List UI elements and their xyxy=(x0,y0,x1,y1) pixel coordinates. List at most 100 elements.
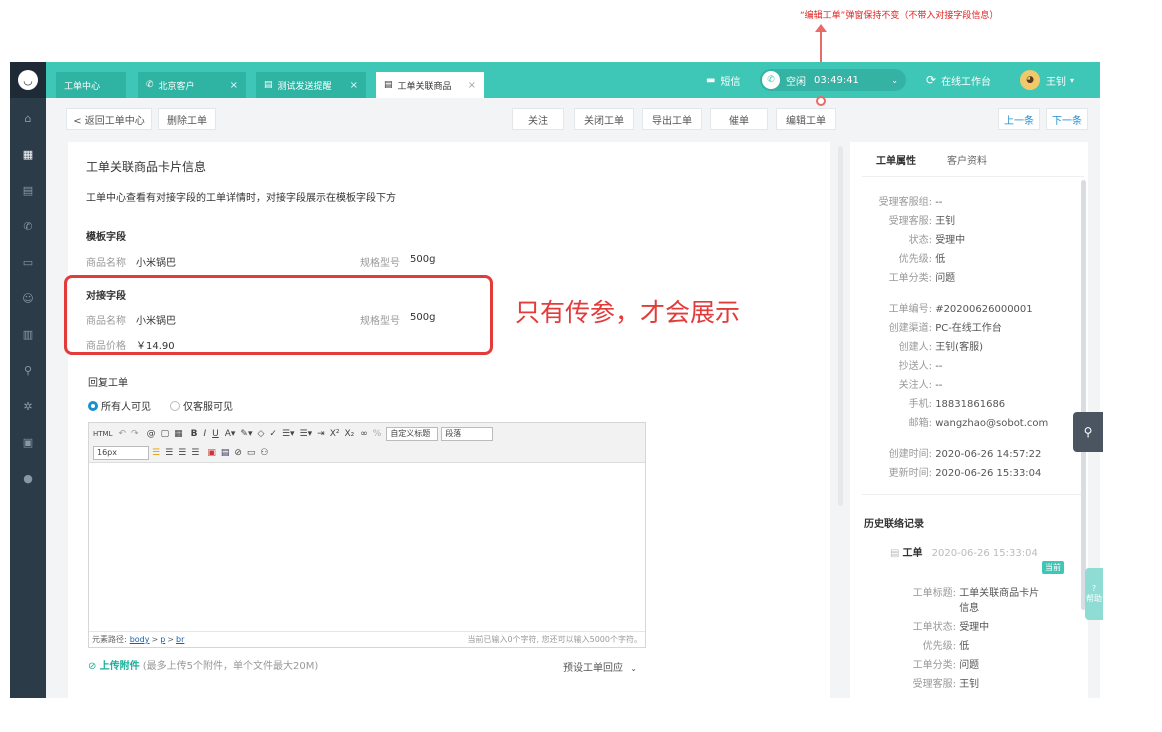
export-button[interactable]: 导出工单 xyxy=(642,108,702,130)
eraser-icon[interactable]: ◇ xyxy=(257,429,264,439)
app-logo: ◡ xyxy=(10,62,46,98)
close-icon[interactable]: × xyxy=(468,80,476,91)
delete-button[interactable]: 删除工单 xyxy=(158,108,216,130)
next-button[interactable]: 下一条 xyxy=(1046,108,1088,130)
paste-icon[interactable]: ▢ xyxy=(161,429,170,439)
path-body-link[interactable]: body xyxy=(130,635,150,644)
floating-help-button[interactable]: ? 帮助 xyxy=(1085,568,1103,620)
link-icon[interactable]: ∞ xyxy=(360,429,368,439)
visibility-staff-radio[interactable]: 仅客服可见 xyxy=(170,398,233,413)
table-icon[interactable]: ▦ xyxy=(174,429,183,439)
close-icon[interactable]: × xyxy=(230,80,238,91)
floating-search-button[interactable]: ⚲ xyxy=(1073,412,1103,452)
users-icon[interactable]: ☺ xyxy=(10,288,46,308)
bullet-list-icon[interactable]: ☰▾ xyxy=(300,429,313,439)
history-field-row: 工单标题: 工单关联商品卡片 xyxy=(880,584,1040,599)
search-replace-icon[interactable]: ⚇ xyxy=(260,448,268,458)
document-icon[interactable]: ▤ xyxy=(10,180,46,200)
align-right-icon[interactable]: ☰ xyxy=(178,448,186,458)
history-type: 工单 xyxy=(902,548,923,559)
indent-icon[interactable]: ⇥ xyxy=(317,429,325,439)
edit-workorder-button[interactable]: 编辑工单 xyxy=(776,108,836,130)
search-icon[interactable]: ⚲ xyxy=(10,360,46,380)
sms-button[interactable]: ▬ 短信 xyxy=(706,62,740,98)
bold-icon[interactable]: B xyxy=(191,429,198,439)
online-workspace-button[interactable]: ⟳ 在线工作台 xyxy=(926,62,991,98)
highlight-icon[interactable]: ✎▾ xyxy=(240,429,252,439)
settings-icon[interactable]: ✲ xyxy=(10,396,46,416)
close-workorder-button[interactable]: 关闭工单 xyxy=(574,108,634,130)
align-center-icon[interactable]: ☰ xyxy=(165,448,173,458)
path-p-link[interactable]: p xyxy=(160,635,165,644)
info-value: 王钊(客服) xyxy=(935,342,983,353)
attr-key: 优先级: xyxy=(898,254,932,265)
phone-icon: ✆ xyxy=(146,80,154,90)
tab-customer-info[interactable]: 客户资料 xyxy=(947,152,987,167)
attr-value: 王钊 xyxy=(935,216,956,227)
phone-icon[interactable]: ✆ xyxy=(10,216,46,236)
chevron-down-icon: ▾ xyxy=(1070,75,1075,85)
attachment-icon[interactable]: ⊘ xyxy=(234,448,242,458)
attr-row: 受理客服组: -- xyxy=(856,193,943,208)
time-key: 更新时间: xyxy=(888,468,932,479)
tab-workorder-center[interactable]: 工单中心 xyxy=(56,72,126,98)
anchor-icon[interactable]: @ xyxy=(147,429,156,439)
prev-button[interactable]: 上一条 xyxy=(998,108,1040,130)
visibility-all-radio[interactable]: 所有人可见 xyxy=(88,398,151,413)
superscript-icon[interactable]: X² xyxy=(330,429,340,439)
align-justify-icon[interactable]: ☰ xyxy=(191,448,199,458)
circle-icon[interactable]: ● xyxy=(10,468,46,488)
tab-workorder-attrs[interactable]: 工单属性 xyxy=(876,152,916,167)
unlink-icon[interactable]: % xyxy=(373,429,382,439)
editor-toolbar-row-2: 16px ☰ ☰ ☰ ☰ ▣ ▤ ⊘ ▭ ⚇ xyxy=(93,445,268,461)
right-scrollbar[interactable] xyxy=(1081,180,1086,610)
monitor-icon[interactable]: ▣ xyxy=(10,432,46,452)
tab-beijing-customer[interactable]: ✆ 北京客户 × xyxy=(138,72,246,98)
chat-icon[interactable]: ▭ xyxy=(10,252,46,272)
upload-attachment-link[interactable]: ⊘ 上传附件 (最多上传5个附件，单个文件最大20M) xyxy=(88,657,318,672)
path-br-link[interactable]: br xyxy=(176,635,184,644)
underline-icon[interactable]: U xyxy=(212,429,219,439)
tab-related-goods[interactable]: ▤ 工单关联商品 × xyxy=(376,72,484,98)
save-icon[interactable]: ▤ xyxy=(221,448,230,458)
follow-button[interactable]: 关注 xyxy=(512,108,564,130)
info-key: 抄送人: xyxy=(898,361,932,372)
italic-icon[interactable]: I xyxy=(203,429,206,439)
bar-chart-icon[interactable]: ▥ xyxy=(10,324,46,344)
ordered-list-icon[interactable]: ☰▾ xyxy=(282,429,295,439)
close-icon[interactable]: × xyxy=(350,80,358,91)
rich-text-editor[interactable]: HTML ↶ ↷ @ ▢ ▦ B I U A▾ ✎▾ ◇ ✓ ☰▾ ☰▾ ⇥ X… xyxy=(88,422,646,648)
history-item[interactable]: ▤ 工单 2020-06-26 15:33:04 xyxy=(890,544,1038,559)
align-left-icon[interactable]: ☰ xyxy=(152,448,160,458)
tab-test-reminder[interactable]: ▤ 测试发送提醒 × xyxy=(256,72,366,98)
font-size-select[interactable]: 16px xyxy=(93,446,149,460)
tab-label: 工单中心 xyxy=(64,81,101,92)
char-counter: 当前已输入0个字符, 您还可以输入5000个字符。 xyxy=(467,635,642,644)
subscript-icon[interactable]: X₂ xyxy=(344,429,354,439)
info-key: 关注人: xyxy=(898,380,932,391)
font-color-icon[interactable]: A▾ xyxy=(225,429,236,439)
field-label: 规格型号 xyxy=(360,316,400,327)
info-row: 邮箱: wangzhao@sobot.com xyxy=(856,414,1049,429)
redo-icon[interactable]: ↷ xyxy=(131,429,139,439)
grid-icon[interactable]: ▦ xyxy=(10,144,46,164)
field-label: 商品价格 xyxy=(86,341,126,352)
main-scrollbar[interactable] xyxy=(838,146,843,506)
tab-label: 北京客户 xyxy=(158,81,195,92)
undo-icon[interactable]: ↶ xyxy=(118,429,126,439)
paragraph-select[interactable]: 段落 xyxy=(441,427,494,441)
info-row: 手机: 18831861686 xyxy=(856,395,1006,410)
urge-button[interactable]: 催单 xyxy=(710,108,768,130)
attr-row: 工单分类: 问题 xyxy=(856,269,956,284)
user-menu[interactable]: ◕ 王钊 ▾ xyxy=(1020,62,1074,98)
time-value: 2020-06-26 14:57:22 xyxy=(935,449,1042,460)
home-icon[interactable]: ⌂ xyxy=(10,108,46,128)
preset-reply-dropdown[interactable]: 预设工单回应 ⌄ xyxy=(563,659,637,674)
agent-status-pill[interactable]: ✆ 空闲 03:49:41 ⌄ xyxy=(760,69,906,91)
back-button[interactable]: < 返回工单中心 xyxy=(66,108,152,130)
html-source-button[interactable]: HTML xyxy=(93,430,112,438)
brush-icon[interactable]: ✓ xyxy=(269,429,277,439)
image-icon[interactable]: ▣ xyxy=(207,448,216,458)
heading-select[interactable]: 自定义标题 xyxy=(386,427,439,441)
frame-icon[interactable]: ▭ xyxy=(247,448,256,458)
